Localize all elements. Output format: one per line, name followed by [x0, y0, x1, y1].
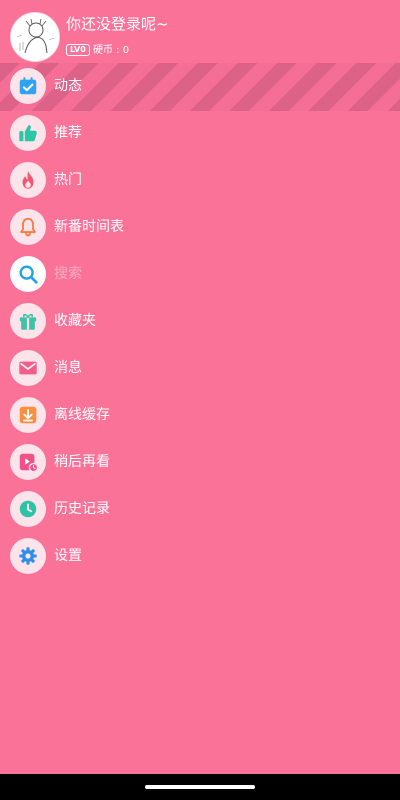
- gear-icon: [10, 538, 46, 574]
- avatar[interactable]: [10, 12, 60, 62]
- menu-item-label: 稍后再看: [54, 454, 110, 470]
- menu-item-offline-cache[interactable]: 离线缓存: [0, 392, 400, 439]
- bell-icon: [10, 209, 46, 245]
- flame-icon: [10, 162, 46, 198]
- gift-icon: [10, 303, 46, 339]
- home-indicator[interactable]: [145, 785, 255, 789]
- menu-item-dynamic[interactable]: 动态: [0, 63, 400, 110]
- menu-item-watch-later[interactable]: 稍后再看: [0, 439, 400, 486]
- user-name[interactable]: 你还没登录呢~: [66, 14, 169, 34]
- menu-item-label: 搜索: [54, 266, 82, 282]
- level-badge: LV0: [66, 44, 90, 56]
- menu-item-search[interactable]: 搜索: [0, 251, 400, 298]
- menu-item-label: 收藏夹: [54, 313, 96, 329]
- menu-item-favorites[interactable]: 收藏夹: [0, 298, 400, 345]
- search-icon: [10, 256, 46, 292]
- menu-item-label: 热门: [54, 172, 82, 188]
- mail-icon: [10, 350, 46, 386]
- calendar-check-icon: [10, 68, 46, 104]
- watch-later-icon: [10, 444, 46, 480]
- download-icon: [10, 397, 46, 433]
- menu-item-label: 消息: [54, 360, 82, 376]
- menu-item-label: 历史记录: [54, 501, 110, 517]
- avatar-sketch-icon: [11, 13, 59, 61]
- drawer-menu: 动态 推荐 热门 新番时间表 搜索 收藏夹 消息 离线缓存 稍后再看 历史记录 …: [0, 63, 400, 580]
- menu-item-label: 动态: [54, 78, 82, 94]
- coin-count: 硬币 : 0: [93, 45, 130, 56]
- clock-icon: [10, 491, 46, 527]
- menu-item-label: 推荐: [54, 125, 82, 141]
- menu-item-popular[interactable]: 热门: [0, 157, 400, 204]
- menu-item-label: 设置: [54, 548, 82, 564]
- system-navigation-bar: [0, 774, 400, 800]
- menu-item-label: 新番时间表: [54, 219, 124, 235]
- user-header: 你还没登录呢~ LV0 硬币 : 0: [0, 0, 400, 64]
- menu-item-history[interactable]: 历史记录: [0, 486, 400, 533]
- menu-item-messages[interactable]: 消息: [0, 345, 400, 392]
- thumbs-up-icon: [10, 115, 46, 151]
- menu-item-schedule[interactable]: 新番时间表: [0, 204, 400, 251]
- menu-item-recommend[interactable]: 推荐: [0, 110, 400, 157]
- menu-item-settings[interactable]: 设置: [0, 533, 400, 580]
- menu-item-label: 离线缓存: [54, 407, 110, 423]
